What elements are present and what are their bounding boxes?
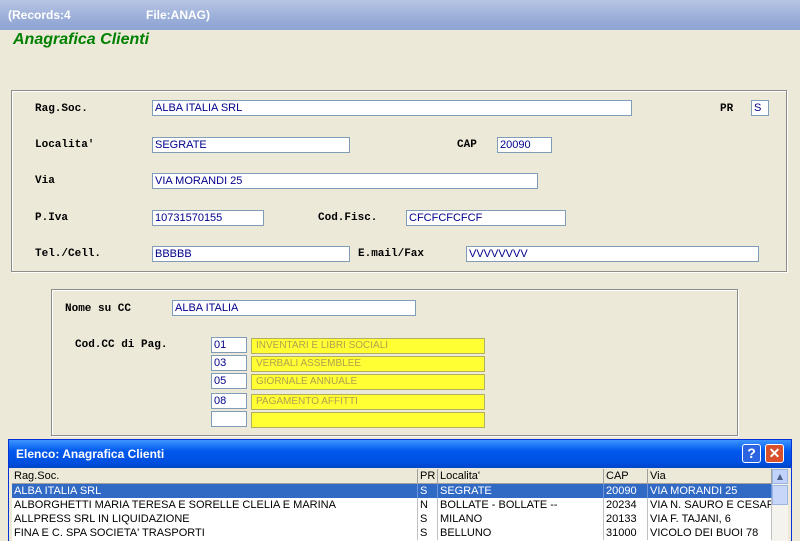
scroll-thumb[interactable] (772, 485, 788, 505)
cod-cc-desc-field: INVENTARI E LIBRI SOCIALI (251, 338, 485, 354)
scroll-up-icon[interactable]: ▲ (772, 469, 788, 484)
dialog-title: Elenco: Anagrafica Clienti (16, 447, 165, 461)
cod-cc-code-field[interactable]: 05 (211, 373, 247, 389)
records-count: (Records:4 (8, 8, 71, 22)
form-title: Anagrafica Clienti (13, 31, 150, 48)
table-row[interactable]: ALBA ITALIA SRL S SEGRATE 20090 VIA MORA… (12, 484, 772, 498)
column-header-pr[interactable]: PR (418, 469, 438, 484)
table-row[interactable]: ALBORGHETTI MARIA TERESA E SORELLE CLELI… (12, 498, 772, 512)
vertical-scrollbar[interactable]: ▲ (772, 469, 788, 541)
cell-via: VIA F. TAJANI, 6 (648, 512, 772, 526)
localita-field[interactable]: SEGRATE (152, 137, 350, 153)
cell-rag-soc: FINA E C. SPA SOCIETA' TRASPORTI (12, 526, 418, 540)
cod-cc-code-field[interactable] (211, 411, 247, 427)
cell-cap: 20090 (604, 484, 648, 498)
cell-rag-soc: ALBORGHETTI MARIA TERESA E SORELLE CLELI… (12, 498, 418, 512)
cell-localita: BOLLATE - BOLLATE -- (438, 498, 604, 512)
localita-label: Localita' (35, 139, 95, 151)
cell-via: VICOLO DEI BUOI 78 (648, 526, 772, 540)
cell-localita: MILANO (438, 512, 604, 526)
cell-cap: 20234 (604, 498, 648, 512)
cell-pr: N (418, 498, 438, 512)
column-header-cap[interactable]: CAP (604, 469, 648, 484)
tel-field[interactable]: BBBBB (152, 246, 350, 262)
cell-rag-soc: ALBA ITALIA SRL (12, 484, 418, 498)
via-label: Via (35, 175, 55, 187)
help-button[interactable]: ? (742, 444, 761, 463)
cell-pr: S (418, 484, 438, 498)
table-row[interactable]: ALLPRESS SRL IN LIQUIDAZIONE S MILANO 20… (12, 512, 772, 526)
cap-field[interactable]: 20090 (497, 137, 552, 153)
cod-fisc-label: Cod.Fisc. (318, 212, 378, 224)
cell-via: VIA N. SAURO E CESAP (650, 498, 772, 512)
pr-field[interactable]: S (751, 100, 769, 116)
email-label: E.mail/Fax (358, 248, 425, 260)
cell-pr: S (418, 526, 438, 540)
close-button[interactable]: ✕ (765, 444, 784, 463)
nome-cc-label: Nome su CC (65, 303, 132, 315)
piva-label: P.Iva (35, 212, 69, 224)
cod-cc-desc-field (251, 412, 485, 428)
cell-via: VIA MORANDI 25 (648, 484, 772, 498)
table-row[interactable]: FINA E C. SPA SOCIETA' TRASPORTI S BELLU… (12, 526, 772, 540)
nome-cc-field[interactable]: ALBA ITALIA (172, 300, 416, 316)
client-list-grid: Rag.Soc. PR Localita' CAP Via ALBA ITALI… (12, 469, 772, 541)
cell-cap: 20133 (604, 512, 648, 526)
cod-cc-code-field[interactable]: 01 (211, 337, 247, 353)
email-field[interactable]: VVVVVVVV (466, 246, 759, 262)
client-list-dialog: Elenco: Anagrafica Clienti ? ✕ Rag.Soc. … (8, 439, 792, 541)
cap-label: CAP (457, 139, 477, 151)
cell-localita: SEGRATE (438, 484, 604, 498)
file-name: File:ANAG) (146, 8, 210, 22)
cell-cap: 31000 (604, 526, 648, 540)
column-header-localita[interactable]: Localita' (438, 469, 604, 484)
window-title-bar: (Records:4 File:ANAG) (0, 0, 800, 30)
cell-localita: BELLUNO (438, 526, 604, 540)
cod-fisc-field[interactable]: CFCFCFCFCF (406, 210, 566, 226)
column-header-rag-soc[interactable]: Rag.Soc. (12, 469, 418, 484)
column-header-via[interactable]: Via (648, 469, 772, 484)
cell-pr: S (418, 512, 438, 526)
cod-cc-label: Cod.CC di Pag. (75, 339, 168, 351)
tel-label: Tel./Cell. (35, 248, 102, 260)
via-field[interactable]: VIA MORANDI 25 (152, 173, 538, 189)
cell-rag-soc: ALLPRESS SRL IN LIQUIDAZIONE (12, 512, 418, 526)
rag-soc-label: Rag.Soc. (35, 103, 88, 115)
cod-cc-code-field[interactable]: 08 (211, 393, 247, 409)
cod-cc-desc-field: PAGAMENTO AFFITTI (251, 394, 485, 410)
cod-cc-desc-field: VERBALI ASSEMBLEE (251, 356, 485, 372)
cod-cc-desc-field: GIORNALE ANNUALE (251, 374, 485, 390)
pr-label: PR (720, 103, 734, 115)
cod-cc-code-field[interactable]: 03 (211, 355, 247, 371)
dialog-title-bar[interactable]: Elenco: Anagrafica Clienti ? ✕ (9, 440, 791, 468)
piva-field[interactable]: 10731570155 (152, 210, 264, 226)
rag-soc-field[interactable]: ALBA ITALIA SRL (152, 100, 632, 116)
